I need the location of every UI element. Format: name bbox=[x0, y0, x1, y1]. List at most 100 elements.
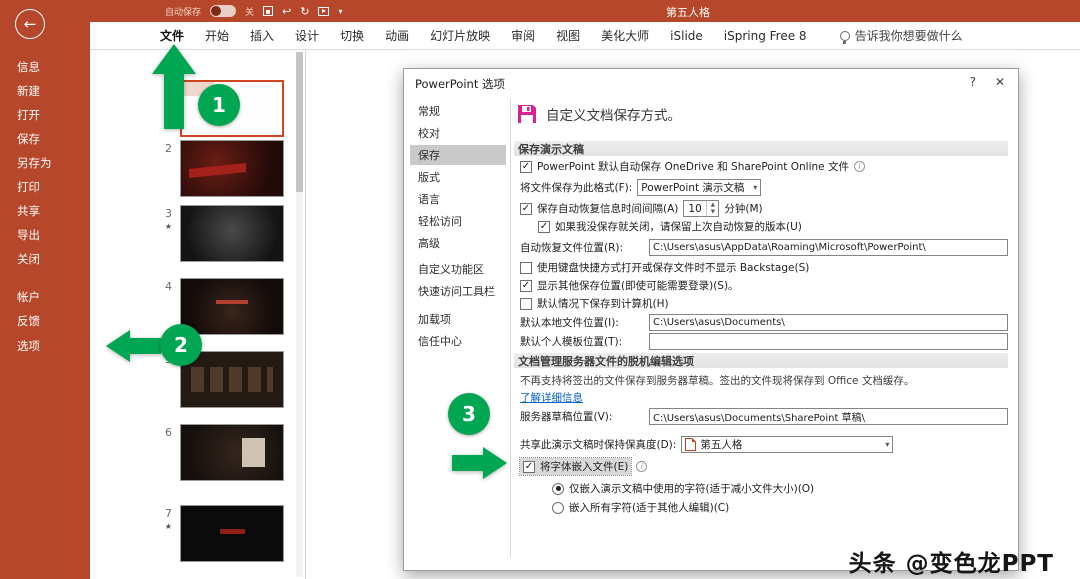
stepper-down-icon[interactable]: ▼ bbox=[707, 209, 718, 217]
arrow-head bbox=[106, 330, 130, 362]
slide-thumbnail-7[interactable] bbox=[180, 505, 284, 562]
sidebar-item-print[interactable]: 打印 bbox=[0, 175, 90, 198]
tab-home[interactable]: 开始 bbox=[205, 27, 229, 44]
tell-me-box[interactable]: 告诉我你想要做什么 bbox=[840, 27, 963, 44]
ribbon-tab-bar: 文件 开始 插入 设计 切换 动画 幻灯片放映 审阅 视图 美化大师 iSlid… bbox=[90, 22, 1080, 50]
sidebar-item-options[interactable]: 选项 bbox=[0, 334, 90, 357]
thumbnail-scrollbar[interactable] bbox=[296, 52, 303, 577]
step2-badge: 2 bbox=[160, 324, 202, 366]
slide-thumbnail-3[interactable] bbox=[180, 205, 284, 262]
tab-view[interactable]: 视图 bbox=[556, 27, 580, 44]
keep-last-version-checkbox[interactable] bbox=[538, 221, 550, 233]
options-nav-advanced[interactable]: 高级 bbox=[410, 233, 506, 253]
save-floppy-icon bbox=[516, 103, 538, 125]
sidebar-item-close[interactable]: 关闭 bbox=[0, 247, 90, 270]
fidelity-presentation-dropdown[interactable]: 第五人格 ▾ bbox=[681, 436, 893, 453]
undo-icon[interactable]: ↩ bbox=[282, 6, 291, 17]
back-arrow-icon: ← bbox=[24, 15, 37, 33]
options-nav-accessibility[interactable]: 轻松访问 bbox=[410, 211, 506, 231]
sidebar-item-new[interactable]: 新建 bbox=[0, 79, 90, 102]
info-icon: i bbox=[854, 161, 865, 172]
step2-arrow-left bbox=[106, 330, 161, 362]
start-slideshow-icon[interactable] bbox=[318, 7, 329, 16]
tab-islide[interactable]: iSlide bbox=[670, 29, 703, 43]
dialog-help-icon[interactable]: ? bbox=[970, 75, 976, 89]
tab-file[interactable]: 文件 bbox=[160, 27, 184, 44]
row-keep-last-version: 如果我没保存就关闭，请保留上次自动恢复的版本(U) bbox=[538, 219, 802, 234]
learn-more-link[interactable]: 了解详细信息 bbox=[520, 390, 583, 405]
options-nav-addins[interactable]: 加载项 bbox=[410, 309, 506, 329]
options-nav-customize-ribbon[interactable]: 自定义功能区 bbox=[410, 259, 506, 279]
tab-animations[interactable]: 动画 bbox=[385, 27, 409, 44]
dialog-close-icon[interactable]: ✕ bbox=[995, 75, 1005, 89]
autorecover-minutes-stepper[interactable]: 10 ▲▼ bbox=[683, 200, 719, 217]
row-local-path: 默认本地文件位置(I): C:\Users\asus\Documents\ bbox=[520, 314, 1008, 331]
row-embed-all: 嵌入所有字符(适于其他人编辑)(C) bbox=[552, 500, 729, 515]
save-icon[interactable] bbox=[263, 6, 273, 16]
row-template-path: 默认个人模板位置(T): bbox=[520, 333, 1008, 350]
info-icon: i bbox=[636, 461, 647, 472]
presentation-file-icon bbox=[685, 438, 696, 451]
slide-thumbnail-2[interactable] bbox=[180, 140, 284, 197]
document-title: 第五人格 bbox=[666, 4, 710, 20]
sidebar-item-feedback[interactable]: 反馈 bbox=[0, 309, 90, 332]
sidebar-item-info[interactable]: 信息 bbox=[0, 55, 90, 78]
arrow-head bbox=[483, 447, 507, 479]
tab-design[interactable]: 设计 bbox=[295, 27, 319, 44]
tab-meihuadashi[interactable]: 美化大师 bbox=[601, 27, 649, 44]
save-format-dropdown[interactable]: PowerPoint 演示文稿 ▾ bbox=[637, 179, 761, 196]
back-button[interactable]: ← bbox=[15, 9, 45, 39]
options-nav-trust-center[interactable]: 信任中心 bbox=[410, 331, 506, 351]
server-path-input[interactable]: C:\Users\asus\Documents\SharePoint 草稿\ bbox=[649, 408, 1008, 425]
embed-all-radio[interactable] bbox=[552, 502, 564, 514]
tab-ispring[interactable]: iSpring Free 8 bbox=[724, 29, 807, 43]
tab-review[interactable]: 审阅 bbox=[511, 27, 535, 44]
sidebar-item-save[interactable]: 保存 bbox=[0, 127, 90, 150]
slide-thumbnail-6[interactable] bbox=[180, 424, 284, 481]
autosave-cloud-checkbox[interactable] bbox=[520, 161, 532, 173]
embed-fonts-checkbox[interactable] bbox=[523, 461, 535, 473]
step3-badge: 3 bbox=[448, 393, 490, 435]
options-nav-quick-access[interactable]: 快速访问工具栏 bbox=[410, 281, 506, 301]
embed-used-radio[interactable] bbox=[552, 483, 564, 495]
row-save-format: 将文件保存为此格式(F): PowerPoint 演示文稿 ▾ bbox=[520, 179, 761, 196]
autorecover-checkbox[interactable] bbox=[520, 203, 532, 215]
save-to-computer-checkbox[interactable] bbox=[520, 298, 532, 310]
tell-me-icon bbox=[840, 31, 850, 41]
offline-note: 不再支持将签出的文件保存到服务器草稿。签出的文件现将保存到 Office 文档缓… bbox=[520, 373, 914, 388]
slide-thumbnail-4[interactable] bbox=[180, 278, 284, 335]
panel-divider bbox=[305, 50, 306, 579]
arrow-shaft bbox=[129, 338, 161, 354]
sidebar-item-account[interactable]: 帐户 bbox=[0, 285, 90, 308]
scrollbar-thumb[interactable] bbox=[296, 52, 303, 192]
template-path-input[interactable] bbox=[649, 333, 1008, 350]
options-nav-typography[interactable]: 版式 bbox=[410, 167, 506, 187]
sidebar-item-share[interactable]: 共享 bbox=[0, 199, 90, 222]
options-nav-proofing[interactable]: 校对 bbox=[410, 123, 506, 143]
quick-access-caret-icon[interactable]: ▾ bbox=[338, 7, 342, 16]
tab-slideshow[interactable]: 幻灯片放映 bbox=[430, 27, 490, 44]
sidebar-item-open[interactable]: 打开 bbox=[0, 103, 90, 126]
options-nav-general[interactable]: 常规 bbox=[410, 101, 506, 121]
titlebar: 自动保存 关 ↩ ↻ ▾ 第五人格 bbox=[0, 0, 1080, 22]
stepper-up-icon[interactable]: ▲ bbox=[707, 201, 718, 209]
tab-transitions[interactable]: 切换 bbox=[340, 27, 364, 44]
autosave-state: 关 bbox=[245, 5, 254, 18]
chevron-down-icon: ▾ bbox=[753, 183, 757, 192]
no-backstage-checkbox[interactable] bbox=[520, 262, 532, 274]
row-autosave-cloud: PowerPoint 默认自动保存 OneDrive 和 SharePoint … bbox=[520, 159, 865, 174]
sidebar-item-saveas[interactable]: 另存为 bbox=[0, 151, 90, 174]
sidebar-item-export[interactable]: 导出 bbox=[0, 223, 90, 246]
options-nav-language[interactable]: 语言 bbox=[410, 189, 506, 209]
tab-insert[interactable]: 插入 bbox=[250, 27, 274, 44]
chevron-down-icon: ▾ bbox=[885, 440, 889, 449]
arrow-head bbox=[152, 44, 196, 74]
redo-icon[interactable]: ↻ bbox=[300, 6, 309, 17]
autorecover-path-input[interactable]: C:\Users\asus\AppData\Roaming\Microsoft\… bbox=[649, 239, 1008, 256]
autosave-toggle[interactable] bbox=[210, 5, 236, 17]
backstage-sidebar: ← 信息 新建 打开 保存 另存为 打印 共享 导出 关闭 帐户 反馈 选项 bbox=[0, 0, 90, 579]
local-path-input[interactable]: C:\Users\asus\Documents\ bbox=[649, 314, 1008, 331]
row-show-places: 显示其他保存位置(即使可能需要登录)(S)。 bbox=[520, 278, 739, 293]
options-nav-save[interactable]: 保存 bbox=[410, 145, 506, 165]
show-places-checkbox[interactable] bbox=[520, 280, 532, 292]
